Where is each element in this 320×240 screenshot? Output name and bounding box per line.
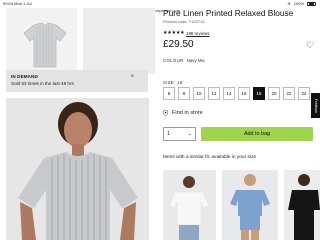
colour-info: COLOUR Navy Mix bbox=[163, 58, 205, 63]
product-code: Product code: T120713 bbox=[163, 19, 205, 24]
map-pin-icon bbox=[163, 110, 168, 116]
similar-item-image bbox=[163, 170, 216, 240]
size-option[interactable]: 8 bbox=[178, 87, 190, 100]
status-time: 09:04 Mon 1 Jul bbox=[3, 1, 32, 6]
product-image-flat[interactable] bbox=[6, 8, 77, 74]
product-price: £29.50 bbox=[163, 39, 194, 50]
size-option-selected[interactable]: 18 bbox=[253, 87, 265, 100]
model-main-image bbox=[6, 98, 149, 240]
size-selector: 6 8 10 12 14 16 18 20 22 24 bbox=[163, 87, 310, 100]
heart-icon[interactable]: ♡ bbox=[306, 40, 314, 51]
similar-item-image bbox=[284, 170, 320, 240]
rating-stars: ★★★★★ bbox=[163, 30, 185, 36]
battery-percent: 100% bbox=[293, 1, 304, 6]
chevron-down-icon: ⌄ bbox=[187, 131, 192, 137]
quantity-select[interactable]: 1 ⌄ bbox=[163, 127, 196, 141]
in-demand-text: Sold 53 times in the last 48 hrs bbox=[11, 81, 74, 86]
close-icon[interactable]: × bbox=[130, 74, 134, 80]
battery-icon bbox=[307, 1, 316, 6]
add-to-bag-button[interactable]: Add to bag bbox=[201, 127, 313, 141]
size-option[interactable]: 14 bbox=[223, 87, 235, 100]
size-option[interactable]: 6 bbox=[163, 87, 175, 100]
wifi-icon: ≋ bbox=[287, 1, 291, 6]
colour-label: COLOUR bbox=[163, 58, 184, 63]
reviews-link[interactable]: 188 reviews bbox=[186, 31, 209, 36]
product-title: Pure Linen Printed Relaxed Blouse bbox=[163, 8, 294, 18]
size-option[interactable]: 10 bbox=[193, 87, 205, 100]
status-bar: 09:04 Mon 1 Jul ≋ 100% bbox=[0, 0, 320, 7]
colour-value: Navy Mix bbox=[186, 58, 205, 63]
size-option[interactable]: 22 bbox=[283, 87, 295, 100]
product-image-model-back[interactable] bbox=[83, 8, 155, 74]
find-in-store-link[interactable]: Find in store bbox=[163, 110, 203, 116]
similar-item-image bbox=[222, 170, 278, 240]
blouse-flat-image bbox=[23, 22, 67, 68]
similar-item-3[interactable] bbox=[284, 170, 320, 240]
quantity-value: 1 bbox=[167, 131, 170, 137]
similar-items-heading: Items with a similar fit, available in y… bbox=[163, 155, 257, 160]
feedback-tab[interactable]: Feedback bbox=[311, 93, 320, 118]
size-option[interactable]: 16 bbox=[238, 87, 250, 100]
in-demand-title: IN DEMAND bbox=[11, 74, 38, 79]
in-demand-banner: IN DEMAND Sold 53 times in the last 48 h… bbox=[6, 70, 148, 92]
product-image-main[interactable] bbox=[6, 98, 149, 240]
status-indicators: ≋ 100% bbox=[287, 0, 316, 7]
size-option[interactable]: 12 bbox=[208, 87, 220, 100]
size-label: SIZE: 18 bbox=[163, 80, 183, 85]
size-option[interactable]: 20 bbox=[268, 87, 280, 100]
size-option[interactable]: 24 bbox=[298, 87, 310, 100]
find-in-store-label: Find in store bbox=[172, 110, 203, 116]
similar-item-1[interactable] bbox=[163, 170, 216, 240]
similar-item-2[interactable] bbox=[222, 170, 278, 240]
